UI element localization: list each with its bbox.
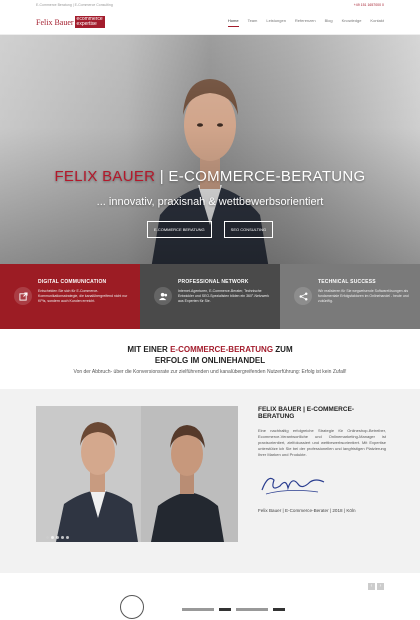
slider-dot[interactable] <box>46 536 49 539</box>
feature-strip: DIGITAL COMMUNICATION Entscheiden Sie si… <box>0 264 420 329</box>
nav-item-blog[interactable]: Blog <box>325 18 333 27</box>
intro-heading-line2: ERFOLG IM ONLINEHANDEL <box>154 356 266 365</box>
feature-digital-communication[interactable]: DIGITAL COMMUNICATION Entscheiden Sie si… <box>0 264 140 329</box>
top-bar-tagline: E-Commerce Beratung | E-Commerce Consult… <box>36 3 113 7</box>
feature-professional-network[interactable]: PROFESSIONAL NETWORK Internet-Agenturen,… <box>140 264 280 329</box>
signature-image <box>261 477 325 495</box>
about-paragraph: Eine nachhaltig erfolgreiche Strategie f… <box>258 428 386 457</box>
slider-dots <box>46 536 69 539</box>
slider-dot[interactable] <box>61 536 64 539</box>
feature-technical-success[interactable]: TECHNICAL SUCCESS Wir realisieren für Si… <box>280 264 420 329</box>
carousel-next-button[interactable]: › <box>377 583 384 590</box>
slider-dot[interactable] <box>56 536 59 539</box>
intro-heading-pre: MIT EINER <box>127 345 168 354</box>
feature-body: DIGITAL COMMUNICATION Entscheiden Sie si… <box>38 279 134 305</box>
partner-logo <box>273 608 285 611</box>
hero-title-name: FELIX BAUER <box>54 168 156 185</box>
hero-buttons: E-COMMERCE BERATUNG SEO CONSULTING <box>0 221 420 238</box>
intro-heading-highlight: E-COMMERCE-BERATUNG <box>170 345 274 354</box>
nav-item-kontakt[interactable]: Kontakt <box>370 18 384 27</box>
nav-item-home[interactable]: Home <box>227 18 239 27</box>
feature-title: TECHNICAL SUCCESS <box>318 279 376 285</box>
partner-badge-logo <box>120 595 144 619</box>
about-title: FELIX BAUER | E-COMMERCE-BERATUNG <box>258 406 355 420</box>
logo-tag: ecommerce expertise <box>74 16 105 28</box>
about-text-block: FELIX BAUER | E-COMMERCE-BERATUNG Eine n… <box>258 406 386 513</box>
feature-title: PROFESSIONAL NETWORK <box>178 279 249 285</box>
signature-caption: Felix Bauer | E-Commerce-Berater | 2018 … <box>258 508 356 513</box>
intro-section: MIT EINER E-COMMERCE-BERATUNG ZUM ERFOLG… <box>0 329 420 389</box>
hero-subtitle: ... innovativ, praxisnah & wettbewerbsor… <box>96 196 324 208</box>
logo-tag-line2: expertise <box>76 21 97 27</box>
logo-name: Felix Bauer <box>36 17 74 27</box>
feature-body: TECHNICAL SUCCESS Wir realisieren für Si… <box>318 279 414 305</box>
hero-title-rest: | E-COMMERCE-BERATUNG <box>159 168 366 185</box>
about-photo-slider[interactable] <box>36 406 238 542</box>
site-header: Felix Bauer ecommerce expertise Home Tea… <box>0 10 420 35</box>
nav-item-referenzen[interactable]: Referenzen <box>295 18 316 27</box>
share-square-icon <box>14 287 32 305</box>
partner-logo <box>182 608 214 611</box>
carousel-arrows: ‹ › <box>368 583 384 590</box>
site-logo[interactable]: Felix Bauer ecommerce expertise <box>36 16 105 28</box>
seo-consulting-button[interactable]: SEO CONSULTING <box>223 221 274 238</box>
intro-text: Von der Abbruch- über die Konversionsrat… <box>73 369 347 375</box>
feature-text: Wir realisieren für Sie wegweisende Soft… <box>318 289 409 304</box>
nav-item-team[interactable]: Team <box>248 18 258 27</box>
intro-heading-post: ZUM <box>275 345 293 354</box>
partner-logos <box>182 608 285 611</box>
slider-dot[interactable] <box>66 536 69 539</box>
ecommerce-beratung-button[interactable]: E-COMMERCE BERATUNG <box>146 221 212 238</box>
users-icon <box>154 287 172 305</box>
feature-text: Entscheiden Sie sich für E-Commerce-Komm… <box>38 289 128 304</box>
feature-body: PROFESSIONAL NETWORK Internet-Agenturen,… <box>178 279 274 305</box>
top-bar: E-Commerce Beratung | E-Commerce Consult… <box>0 0 420 10</box>
share-icon <box>294 287 312 305</box>
slider-dot[interactable] <box>51 536 54 539</box>
partner-logo <box>236 608 268 611</box>
about-section: FELIX BAUER | E-COMMERCE-BERATUNG Eine n… <box>0 389 420 573</box>
feature-title: DIGITAL COMMUNICATION <box>38 279 107 285</box>
intro-heading: MIT EINER E-COMMERCE-BERATUNG ZUM ERFOLG… <box>0 344 420 366</box>
main-nav: Home Team Leistungen Referenzen Blog Kno… <box>227 18 384 27</box>
feature-text: Internet-Agenturen, E-Commerce-Berater, … <box>178 289 270 304</box>
top-bar-phone[interactable]: +49 151 1657000 0 <box>354 3 384 7</box>
nav-item-leistungen[interactable]: Leistungen <box>266 18 286 27</box>
hero-banner: FELIX BAUER | E-COMMERCE-BERATUNG ... in… <box>0 35 420 264</box>
partners-section: ‹ › <box>0 573 420 620</box>
carousel-prev-button[interactable]: ‹ <box>368 583 375 590</box>
about-photo <box>36 406 238 542</box>
nav-item-knowledge[interactable]: Knowledge <box>342 18 362 27</box>
hero-title: FELIX BAUER | E-COMMERCE-BERATUNG <box>0 168 420 185</box>
partner-logo <box>219 608 231 611</box>
